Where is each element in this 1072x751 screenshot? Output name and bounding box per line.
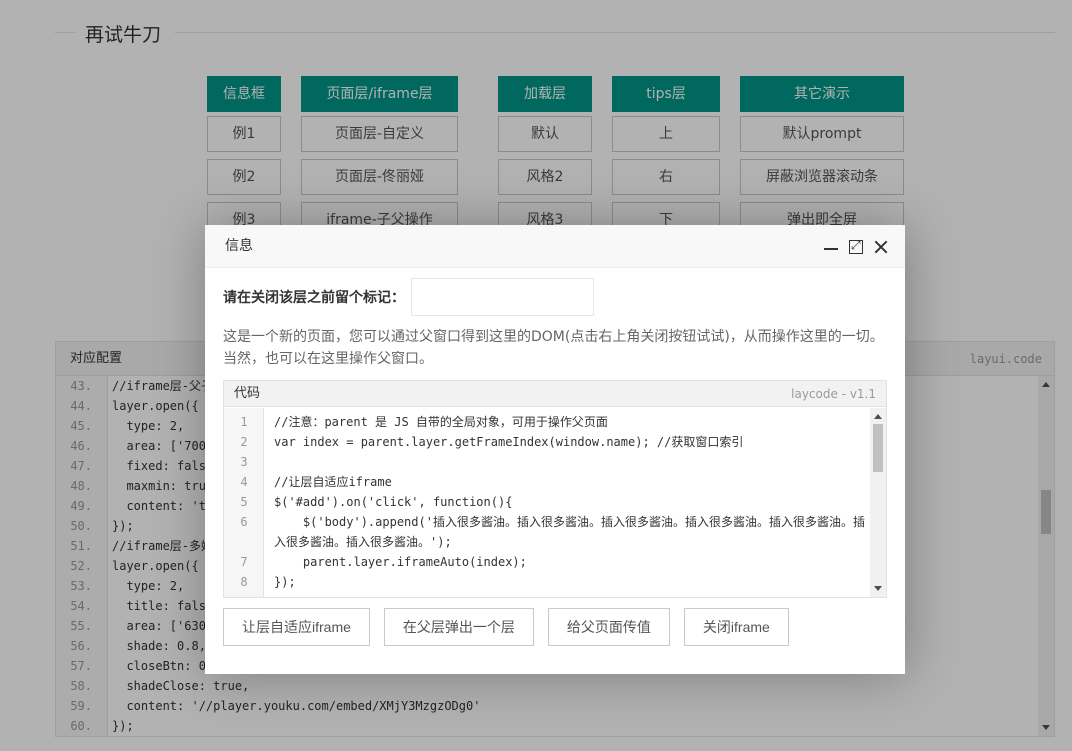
dialog-content: 请在关闭该层之前留个标记： 这是一个新的页面，您可以通过父窗口得到这里的DOM(… xyxy=(223,268,887,674)
laycode-line: 5 $('#add').on('click', function(){ xyxy=(224,492,870,512)
pass-value-to-parent-button[interactable]: 给父页面传值 xyxy=(547,608,670,646)
line-text: //让层自适应iframe xyxy=(274,475,392,489)
line-text: //注意：parent 是 JS 自带的全局对象，可用于操作父页面 xyxy=(274,415,608,429)
line-number: 1 xyxy=(240,415,248,429)
laycode-block: 代码 laycode - v1.1 1 //注意：parent 是 JS 自带的全… xyxy=(223,380,887,598)
line-text xyxy=(264,452,870,472)
scroll-thumb[interactable] xyxy=(873,424,883,472)
dialog-actions: 让层自适应iframe 在父层弹出一个层 给父页面传值 关闭iframe xyxy=(223,608,789,646)
line-number: 7 xyxy=(240,555,248,569)
line-text: parent.layer.iframeAuto(index); xyxy=(274,555,527,569)
dialog-title: 信息 xyxy=(225,238,253,254)
laycode-line: 1 //注意：parent 是 JS 自带的全局对象，可用于操作父页面 xyxy=(224,412,870,432)
scroll-up-icon[interactable] xyxy=(874,414,882,419)
mark-input[interactable] xyxy=(411,278,594,316)
laycode-line: 7 parent.layer.iframeAuto(index); xyxy=(224,552,870,572)
line-text: $('#add').on('click', function(){ xyxy=(274,495,513,509)
line-number: 5 xyxy=(240,495,248,509)
close-iframe-button[interactable]: 关闭iframe xyxy=(683,608,789,646)
scroll-down-icon[interactable] xyxy=(874,586,882,591)
description-line-1: 这是一个新的页面，您可以通过父窗口得到这里的DOM(点击右上角关闭按钮试试)，从… xyxy=(223,329,884,345)
laycode-line: 2 var index = parent.layer.getFrameIndex(… xyxy=(224,432,870,452)
line-text: }); xyxy=(274,575,296,589)
maximize-icon[interactable] xyxy=(849,237,863,254)
dialog-tools xyxy=(823,225,889,268)
laycode-line: 8}); xyxy=(224,572,870,592)
close-icon[interactable] xyxy=(873,239,889,255)
laycode-line: 3 xyxy=(224,452,870,472)
description-line-2: 当然，也可以在这里操作父窗口。 xyxy=(223,351,433,367)
line-number: 4 xyxy=(240,475,248,489)
dialog-title-bar[interactable]: 信息 xyxy=(205,225,905,268)
line-number: 6 xyxy=(240,515,248,529)
line-text: $('body').append('插入很多酱油。插入很多酱油。插入很多酱油。插… xyxy=(274,515,865,549)
laycode-scrollbar[interactable] xyxy=(870,408,886,597)
laycode-lines: 1 //注意：parent 是 JS 自带的全局对象，可用于操作父页面 2 var i… xyxy=(224,412,870,592)
dialog-description: 这是一个新的页面，您可以通过父窗口得到这里的DOM(点击右上角关闭按钮试试)，从… xyxy=(223,326,887,370)
mark-row: 请在关闭该层之前留个标记： xyxy=(223,278,594,316)
laycode-version: laycode - v1.1 xyxy=(791,387,876,401)
line-number: 3 xyxy=(240,455,248,469)
iframe-dialog: 信息 请在关闭该层之前留个标记： 这是一个新的页面，您可以通过父窗口得到这里的D… xyxy=(205,225,905,674)
line-number: 2 xyxy=(240,435,248,449)
laycode-body: 1 //注意：parent 是 JS 自带的全局对象，可用于操作父页面 2 var i… xyxy=(224,408,886,597)
laycode-header: 代码 laycode - v1.1 xyxy=(224,381,886,407)
laycode-line: 6 $('body').append('插入很多酱油。插入很多酱油。插入很多酱油… xyxy=(224,512,870,552)
mark-label: 请在关闭该层之前留个标记： xyxy=(223,290,405,306)
line-text: var index = parent.layer.getFrameIndex(w… xyxy=(274,435,744,449)
laycode-line: 4 //让层自适应iframe xyxy=(224,472,870,492)
line-number: 8 xyxy=(240,575,248,589)
auto-fit-iframe-button[interactable]: 让层自适应iframe xyxy=(223,608,370,646)
minimize-icon[interactable] xyxy=(823,239,839,255)
popup-in-parent-button[interactable]: 在父层弹出一个层 xyxy=(383,608,534,646)
laycode-title: 代码 xyxy=(234,386,261,401)
